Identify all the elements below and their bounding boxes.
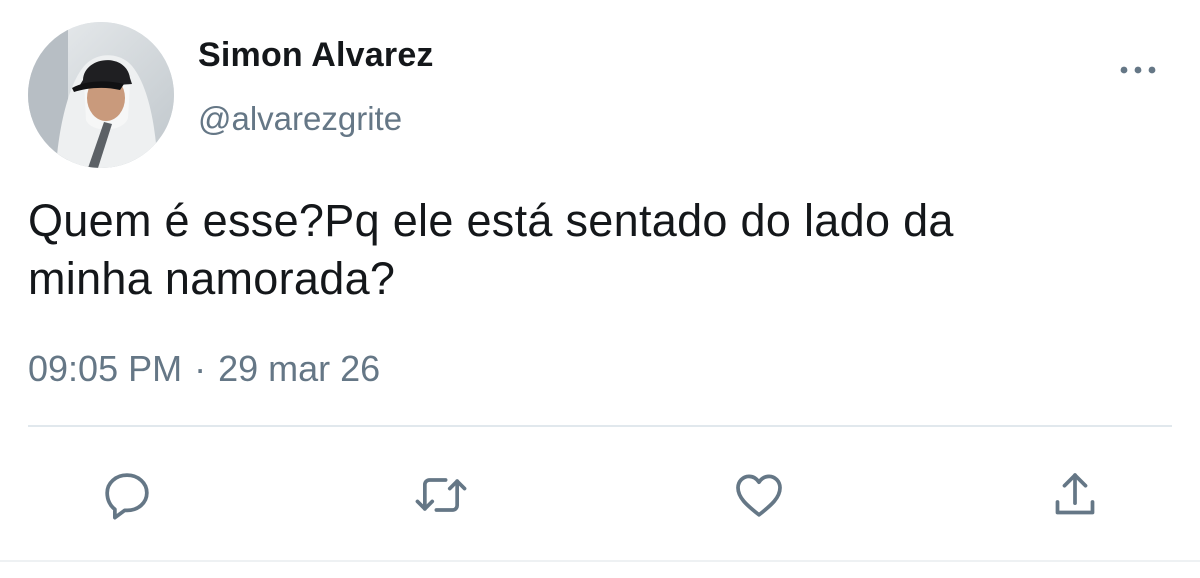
retweet-icon <box>415 478 467 512</box>
more-options-button[interactable] <box>1112 56 1164 84</box>
heart-icon <box>736 474 782 517</box>
like-button[interactable] <box>724 460 794 530</box>
user-handle[interactable]: @alvarezgrite <box>198 100 402 138</box>
tweet-text-line: Quem é esse?Pq ele está sentado do lado … <box>28 195 954 246</box>
tweet-time: 09:05 PM <box>28 348 183 389</box>
display-name[interactable]: Simon Alvarez <box>198 36 434 75</box>
tweet-timestamp[interactable]: 09:05 PM · 29 mar 26 <box>28 348 380 390</box>
reply-icon <box>105 473 149 520</box>
more-options-icon <box>1120 66 1156 74</box>
tweet-text: Quem é esse?Pq ele está sentado do lado … <box>28 192 1168 308</box>
retweet-button[interactable] <box>406 460 476 530</box>
reply-button[interactable] <box>92 460 162 530</box>
action-bar <box>0 460 1200 530</box>
share-icon <box>1055 473 1095 515</box>
tweet-date: 29 mar 26 <box>218 348 381 389</box>
bottom-divider <box>0 560 1200 562</box>
profile-photo-icon <box>28 22 174 168</box>
tweet-card: Simon Alvarez @alvarezgrite Quem é esse?… <box>0 0 1200 578</box>
tweet-text-line: minha namorada? <box>28 253 396 304</box>
share-button[interactable] <box>1040 460 1110 530</box>
avatar[interactable] <box>28 22 174 168</box>
timestamp-separator: · <box>194 348 207 389</box>
divider <box>28 425 1172 427</box>
